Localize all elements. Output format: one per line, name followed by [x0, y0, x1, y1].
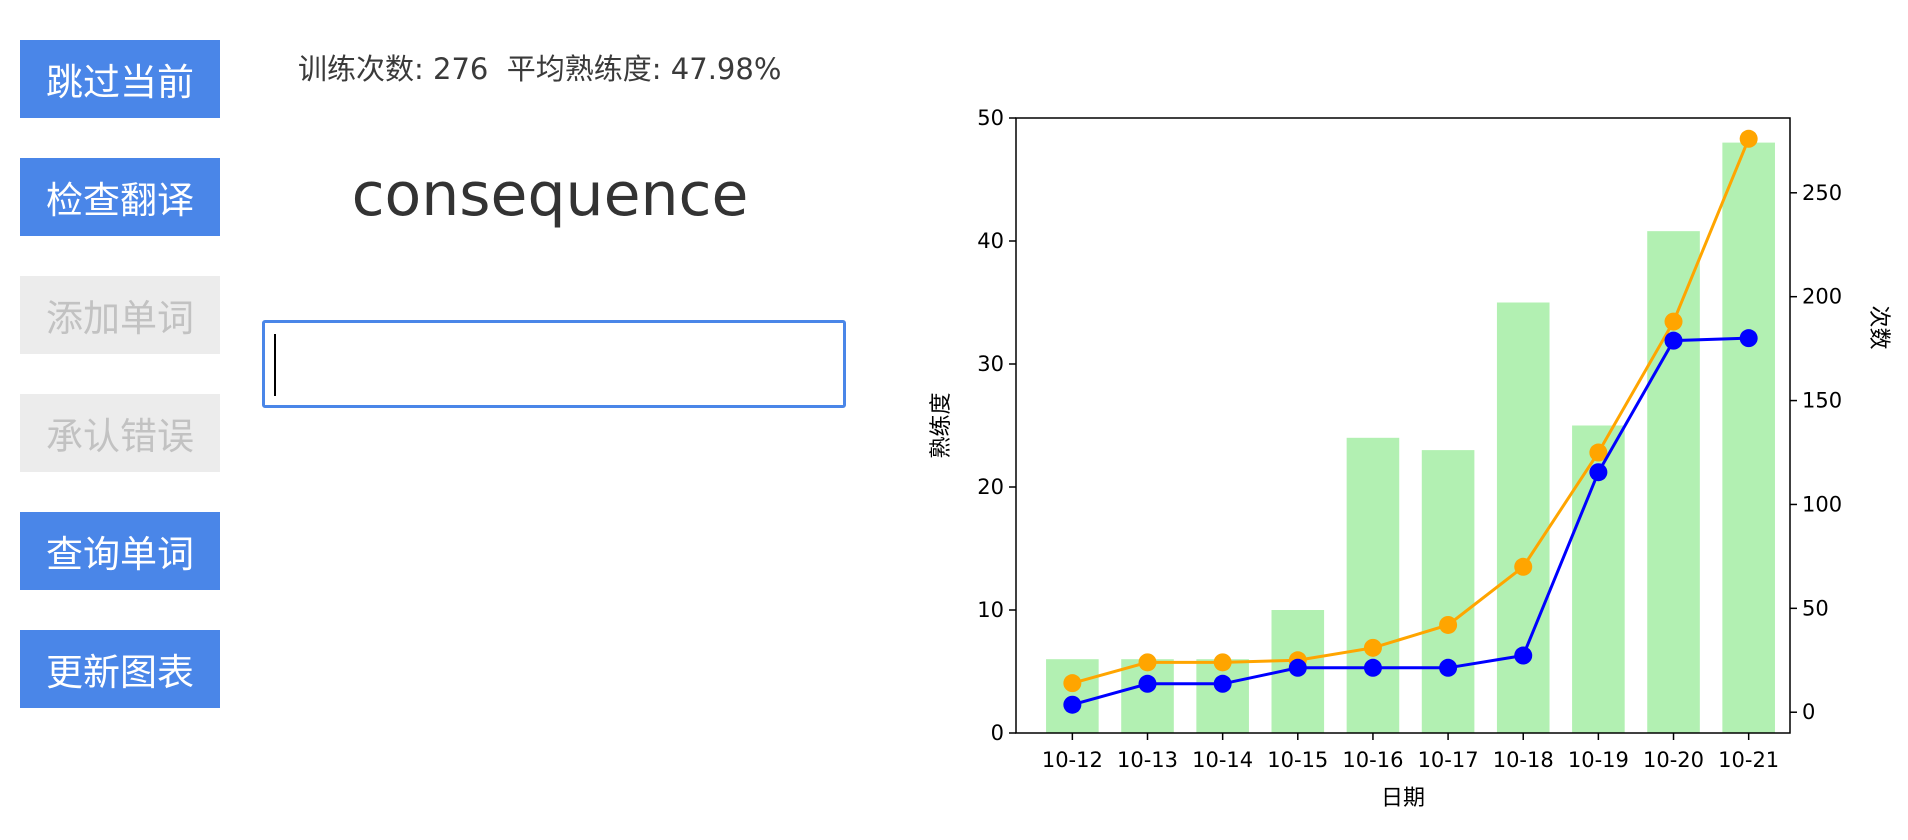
proficiency-series-point	[1138, 674, 1157, 693]
x-tick-label: 10-13	[1117, 748, 1178, 772]
x-tick-label: 10-16	[1342, 748, 1403, 772]
skip-current-button[interactable]: 跳过当前	[20, 40, 220, 118]
proficiency-chart: 0 10 20 30 40 50 0 50 100 150 200 250 10-12 10-13 10-1…	[929, 106, 1891, 811]
count-series-point	[1063, 674, 1082, 693]
proficiency-series-point	[1664, 331, 1683, 350]
proficiency-series-point	[1739, 329, 1758, 348]
count-series-point	[1514, 557, 1533, 576]
bar	[1421, 450, 1475, 733]
left-tick-label: 30	[977, 352, 1004, 376]
x-tick-label: 10-15	[1267, 748, 1328, 772]
training-stats: 训练次数: 276 平均熟练度: 47.98%	[298, 46, 781, 88]
count-series-point	[1664, 312, 1683, 331]
x-tick-label: 10-19	[1568, 748, 1629, 772]
proficiency-series-point	[1363, 658, 1382, 677]
right-tick-label: 200	[1802, 285, 1842, 309]
count-series-point	[1213, 653, 1232, 672]
left-tick-label: 0	[991, 721, 1004, 745]
count-series-point	[1138, 653, 1157, 672]
x-tick-label: 10-14	[1192, 748, 1253, 772]
count-series-point	[1439, 615, 1458, 634]
proficiency-series-point	[1514, 646, 1533, 665]
right-tick-label: 50	[1802, 596, 1829, 620]
proficiency-series-point	[1213, 674, 1232, 693]
add-word-button[interactable]: 添加单词	[20, 276, 220, 354]
x-tick-label: 10-18	[1493, 748, 1554, 772]
bar	[1647, 231, 1700, 733]
bar	[1496, 302, 1550, 733]
check-translation-button[interactable]: 检查翻译	[20, 158, 220, 236]
count-series-point	[1363, 638, 1382, 657]
proficiency-series-point	[1288, 658, 1307, 677]
x-tick-label: 10-21	[1718, 748, 1779, 772]
proficiency-series-point	[1439, 658, 1458, 677]
lookup-word-button[interactable]: 查询单词	[20, 512, 220, 590]
left-tick-label: 20	[977, 475, 1004, 499]
right-tick-label: 0	[1802, 700, 1815, 724]
left-axis-label: 熟练度	[929, 392, 954, 458]
right-tick-label: 250	[1802, 181, 1842, 205]
left-tick-label: 50	[977, 106, 1004, 130]
left-tick-label: 10	[977, 598, 1004, 622]
right-tick-label: 150	[1802, 389, 1842, 413]
proficiency-series-line	[1071, 336, 1749, 707]
current-word: consequence	[351, 160, 749, 230]
translation-input[interactable]	[262, 320, 846, 408]
x-tick-label: 10-17	[1418, 748, 1479, 772]
x-tick-label: 10-20	[1643, 748, 1704, 772]
bar	[1722, 142, 1775, 734]
count-series-point	[1739, 129, 1758, 148]
right-axis-label: 次数	[1866, 305, 1891, 349]
text-caret	[274, 334, 276, 396]
avg-proficiency-label: 平均熟练度:	[506, 52, 662, 86]
training-count-value: 276	[433, 52, 489, 86]
x-axis-label: 日期	[1381, 786, 1425, 811]
app-window: 跳过当前 检查翻译 添加单词 承认错误 查询单词 更新图表 训练次数: 276 …	[0, 0, 1908, 840]
proficiency-series-point	[1589, 463, 1608, 482]
training-count-label: 训练次数:	[298, 52, 424, 86]
admit-mistake-button[interactable]: 承认错误	[20, 394, 220, 472]
right-tick-label: 100	[1802, 492, 1842, 516]
proficiency-series-point	[1063, 695, 1082, 714]
avg-proficiency-value: 47.98%	[670, 52, 782, 86]
left-tick-label: 40	[977, 229, 1004, 253]
x-tick-label: 10-12	[1042, 748, 1103, 772]
update-chart-button[interactable]: 更新图表	[20, 630, 220, 708]
bar	[1346, 437, 1400, 733]
count-series-line	[1071, 138, 1751, 685]
